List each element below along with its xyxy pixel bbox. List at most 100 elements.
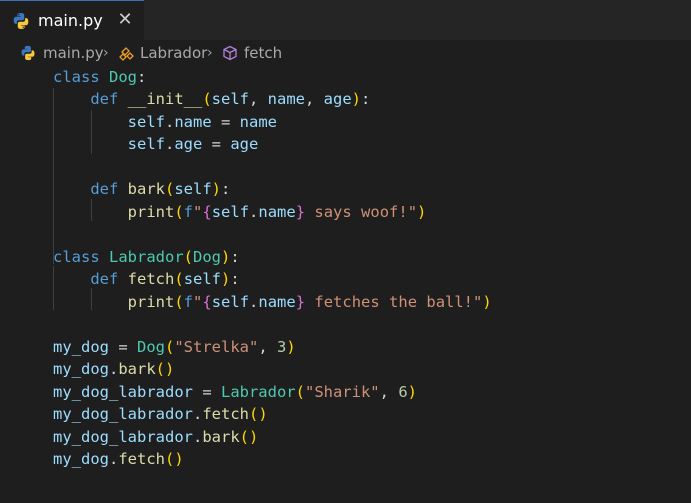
code-line[interactable]: my_dog_labrador.fetch() [53, 403, 268, 425]
code-token: , [305, 90, 324, 108]
code-token: Dog [137, 338, 165, 356]
code-token: bark [127, 180, 165, 198]
code-token: . [109, 360, 119, 378]
code-line[interactable]: print(f"{self.name} says woof!") [53, 201, 427, 223]
code-line[interactable]: def fetch(self): [53, 268, 240, 290]
code-token: . [249, 203, 259, 221]
tab-title: main.py [38, 11, 103, 30]
code-token: ) [351, 90, 362, 108]
code-token: = [192, 383, 221, 401]
code-token: ) [211, 180, 222, 198]
code-line[interactable]: self.age = age [53, 133, 259, 155]
code-token: } [295, 203, 306, 221]
code-token: () [239, 428, 259, 446]
chevron-right-icon: › [103, 45, 109, 61]
code-line[interactable]: my_dog = Dog("Strelka", 3) [53, 336, 296, 358]
code-token: : [221, 180, 231, 198]
code-token: def [90, 180, 119, 198]
code-token: self [183, 270, 222, 288]
code-token: self [127, 135, 165, 153]
code-line[interactable]: print(f"{self.name} fetches the ball!") [53, 291, 492, 313]
python-icon [21, 45, 35, 61]
python-icon [13, 13, 29, 29]
editor-tab-bar: main.py ✕ [0, 0, 691, 40]
breadcrumb-class[interactable]: Labrador [140, 44, 207, 62]
code-token: bark [118, 360, 156, 378]
code-token: f [183, 203, 194, 221]
code-token: ( [165, 180, 175, 198]
code-token: name [239, 113, 277, 131]
code-token: my_dog_labrador [53, 383, 193, 401]
code-token: print [127, 203, 175, 221]
code-token: self [127, 113, 165, 131]
code-token: ) [407, 383, 417, 401]
code-token: my_dog [53, 450, 109, 468]
code-token: () [165, 450, 184, 468]
code-token: name [258, 203, 296, 221]
code-token: self [174, 180, 212, 198]
code-token: = [109, 338, 137, 356]
code-token: . [109, 450, 119, 468]
code-token: , [249, 90, 268, 108]
code-token: fetch [202, 405, 249, 423]
code-token: { [202, 293, 212, 311]
code-token: : [230, 270, 240, 288]
code-token: my_dog_labrador [53, 405, 193, 423]
class-icon [119, 47, 134, 61]
code-token: fetches the ball!" [305, 293, 483, 311]
code-token: ( [174, 203, 184, 221]
code-token: ( [295, 383, 305, 401]
code-token: ( [174, 293, 184, 311]
code-token: 6 [398, 383, 408, 401]
code-line[interactable]: def __init__(self, name, age): [53, 88, 370, 110]
code-token: my_dog [53, 338, 109, 356]
code-line[interactable]: my_dog_labrador.bark() [53, 426, 258, 448]
code-token: ) [221, 248, 231, 266]
code-token: name [174, 113, 212, 131]
code-token: self [211, 203, 250, 221]
code-token: name [267, 90, 305, 108]
code-token: . [164, 135, 175, 153]
code-token: . [192, 405, 203, 423]
code-token: ) [482, 293, 492, 311]
code-token: Dog [193, 248, 222, 266]
code-line[interactable]: my_dog.bark() [53, 358, 174, 380]
code-token: ( [183, 248, 194, 266]
breadcrumb: main.py › Labrador › fetch [0, 40, 691, 66]
breadcrumb-method[interactable]: fetch [244, 44, 282, 62]
code-token: self [211, 293, 250, 311]
code-token: . [192, 428, 203, 446]
code-line[interactable]: class Dog: [53, 66, 146, 88]
code-line[interactable]: class Labrador(Dog): [53, 246, 240, 268]
code-token: : [361, 90, 371, 108]
code-token: Dog [109, 68, 138, 86]
close-icon[interactable]: ✕ [116, 9, 134, 31]
code-line[interactable]: def bark(self): [53, 178, 230, 200]
code-token: () [155, 360, 175, 378]
code-token: "Strelka" [174, 338, 259, 356]
code-token: . [249, 293, 259, 311]
code-token: = [202, 135, 231, 153]
code-token: : [137, 68, 147, 86]
code-token: ) [417, 203, 427, 221]
code-token: age [230, 135, 259, 153]
code-token: () [249, 405, 268, 423]
code-line[interactable]: self.name = name [53, 111, 277, 133]
code-token: ) [221, 270, 231, 288]
method-cube-icon [223, 45, 237, 61]
chevron-right-icon: › [207, 45, 213, 61]
code-token: . [164, 113, 175, 131]
code-editor[interactable]: class Dog: def __init__(self, name, age)… [0, 66, 691, 503]
breadcrumb-file[interactable]: main.py [43, 44, 104, 62]
code-token: , [258, 338, 278, 356]
code-line[interactable]: my_dog_labrador = Labrador("Sharik", 6) [53, 381, 417, 403]
tab-main-py[interactable]: main.py ✕ [0, 0, 144, 40]
code-line[interactable]: my_dog.fetch() [53, 448, 184, 470]
code-token: Labrador [109, 248, 184, 266]
